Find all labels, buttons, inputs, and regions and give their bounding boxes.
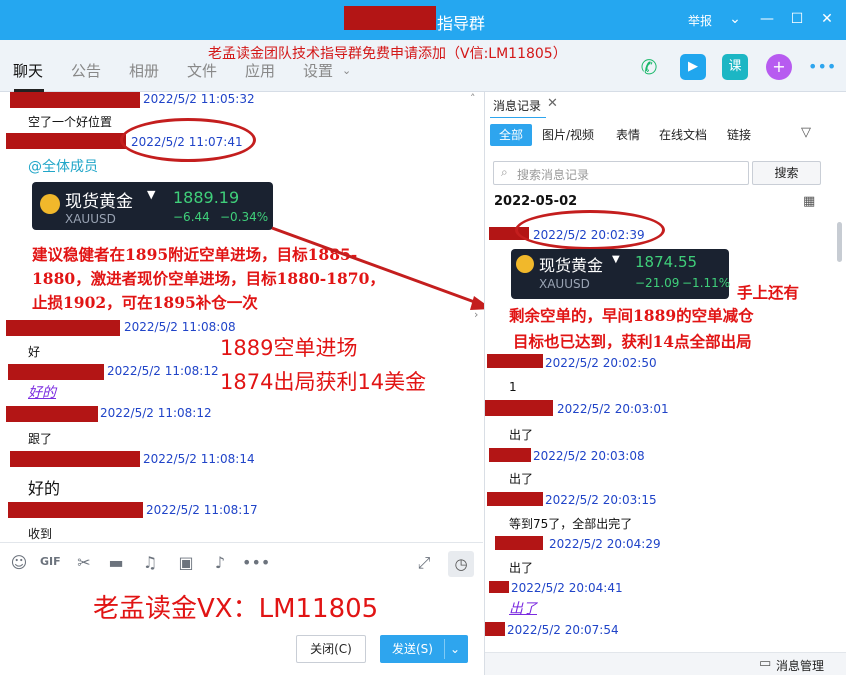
send-button[interactable]: 发送(S) ⌄ xyxy=(380,635,468,663)
history-time: 2022/5/2 20:03:15 xyxy=(545,493,657,507)
filter-all[interactable]: 全部 xyxy=(490,124,532,146)
history-stock-card[interactable]: 现货黄金 ▼ 1874.55 XAUUSD −21.09 −1.11% xyxy=(511,249,731,299)
history-clock-icon[interactable]: ◷ xyxy=(448,551,474,577)
history-text: 1 xyxy=(509,380,517,394)
redacted-sender xyxy=(485,622,505,636)
redacted-sender xyxy=(487,354,543,368)
close-history-icon[interactable]: ✕ xyxy=(547,96,558,111)
highlight-circle xyxy=(515,210,665,250)
expand-icon[interactable]: ⤢ xyxy=(414,553,434,573)
send-divider xyxy=(444,639,445,659)
close-button[interactable]: 关闭(C) xyxy=(296,635,366,663)
collapse-pane-icon[interactable]: › xyxy=(474,308,478,321)
history-time: 2022/5/2 20:03:01 xyxy=(557,402,669,416)
history-time: 2022/5/2 20:03:08 xyxy=(533,449,645,463)
redacted-sender xyxy=(489,581,509,593)
scissors-icon[interactable]: ✂ xyxy=(74,553,94,572)
folder-icon[interactable]: ▬ xyxy=(106,553,126,572)
gold-coin-icon xyxy=(516,255,534,273)
history-scrollbar[interactable] xyxy=(837,222,842,262)
redacted-sender xyxy=(485,400,553,416)
bell-icon[interactable]: ♪ xyxy=(210,553,230,572)
history-tab-underline xyxy=(490,117,546,118)
stock-name: 现货黄金 xyxy=(539,256,604,275)
history-text: 出了 xyxy=(509,561,534,575)
image-icon[interactable]: ▣ xyxy=(176,553,196,572)
stock-change: −21.09 xyxy=(635,276,680,290)
search-button[interactable]: 搜索 xyxy=(752,161,821,185)
filter-emoji[interactable]: 表情 xyxy=(616,126,640,143)
history-time: 2022/5/2 20:02:50 xyxy=(545,356,657,370)
redacted-sender xyxy=(495,536,543,550)
history-annotation-1: 手上还有 xyxy=(737,283,800,302)
caret-down-icon: ▼ xyxy=(612,254,620,265)
history-tab[interactable]: 消息记录 xyxy=(493,97,541,114)
more-tools-icon[interactable]: ••• xyxy=(242,553,270,572)
filter-links[interactable]: 链接 xyxy=(727,126,751,143)
history-search-input[interactable]: ⌕ 搜索消息记录 xyxy=(493,161,749,185)
history-annotation-2: 剩余空单的，早间1889的空单减仓 xyxy=(509,306,754,325)
history-pane: 消息记录 ✕ 全部 图片/视频 表情 在线文档 链接 ▽ ⌕ 搜索消息记录 搜索… xyxy=(484,92,846,675)
history-text: 出了 xyxy=(509,428,534,442)
send-label: 发送(S) xyxy=(392,642,433,656)
history-time: 2022/5/2 20:07:54 xyxy=(507,623,619,637)
history-link[interactable]: 出了 xyxy=(509,598,537,618)
history-date: 2022-05-02 xyxy=(494,194,578,209)
history-annotation-3: 目标也已达到，获利14点全部出局 xyxy=(513,332,752,351)
history-time: 2022/5/2 20:04:41 xyxy=(511,581,623,595)
filter-media[interactable]: 图片/视频 xyxy=(542,126,594,143)
history-time: 2022/5/2 20:04:29 xyxy=(549,537,661,551)
redacted-sender xyxy=(489,448,531,462)
search-placeholder: 搜索消息记录 xyxy=(517,168,590,182)
send-options-chevron-icon[interactable]: ⌄ xyxy=(450,635,460,663)
gif-icon[interactable]: GIF xyxy=(40,555,61,568)
stock-price: 1874.55 xyxy=(635,253,698,271)
search-icon: ⌕ xyxy=(501,165,508,179)
calendar-icon[interactable]: ▦ xyxy=(803,194,815,209)
sticker-icon[interactable]: ♫ xyxy=(140,553,160,572)
stock-change-pct: −1.11% xyxy=(682,276,731,290)
filter-docs[interactable]: 在线文档 xyxy=(659,126,707,143)
promo-footer: 老孟读金VX：LM11805 xyxy=(93,594,379,624)
filter-funnel-icon[interactable]: ▽ xyxy=(801,125,811,140)
manage-icon[interactable]: ▭ xyxy=(759,656,771,671)
stock-symbol: XAUUSD xyxy=(539,277,590,291)
input-area[interactable]: ☺ GIF ✂ ▬ ♫ ▣ ♪ ••• ⤢ ◷ 老孟读金VX：LM11805 关… xyxy=(0,542,483,675)
redacted-sender xyxy=(487,492,543,506)
history-text: 等到75了，全部出完了 xyxy=(509,517,633,531)
history-text: 出了 xyxy=(509,472,534,486)
emoji-icon[interactable]: ☺ xyxy=(9,553,29,572)
manage-messages-link[interactable]: 消息管理 xyxy=(776,657,824,674)
history-status-bar: ▭ 消息管理 xyxy=(485,652,846,675)
